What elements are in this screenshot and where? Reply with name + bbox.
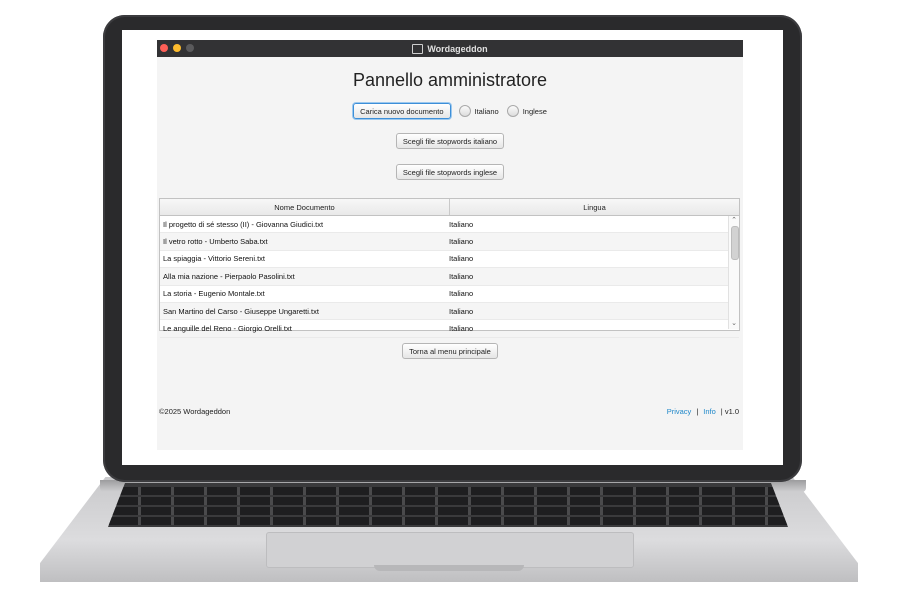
window-title: Wordageddon: [427, 43, 488, 54]
cell-document: La spiaggia - Vittorio Sereni.txt: [163, 254, 266, 264]
footer-separator: |: [696, 407, 699, 416]
close-window-button[interactable]: [160, 44, 168, 52]
table-row[interactable]: Alla mia nazione - Pierpaolo Pasolini.tx…: [160, 268, 739, 286]
cell-language: Italiano: [449, 289, 474, 299]
table-row[interactable]: Le anguille del Reno - Giorgio Orelli.tx…: [160, 320, 739, 338]
cell-language: Italiano: [449, 237, 474, 247]
app-icon: [412, 43, 424, 54]
app-window: Wordageddon Pannello amministratore Cari…: [157, 40, 743, 450]
laptop-front-notch: [374, 565, 524, 571]
title-bar: Wordageddon: [157, 40, 743, 57]
cell-language: Italiano: [449, 324, 474, 334]
table-row[interactable]: La spiaggia - Vittorio Sereni.txt Italian…: [160, 251, 739, 269]
cell-language: Italiano: [449, 254, 474, 264]
radio-english[interactable]: Inglese: [506, 105, 547, 117]
window-controls: [160, 44, 194, 52]
radio-italian-label: Italiano: [474, 106, 499, 116]
table-row[interactable]: La storia - Eugenio Montale.txt Italiano: [160, 286, 739, 303]
back-to-main-menu-button[interactable]: Torna al menu principale: [402, 343, 498, 359]
cell-document: Il progetto di sé stesso (II) - Giovanna…: [163, 219, 324, 229]
upload-row: Carica nuovo documento Italiano Inglese: [157, 102, 743, 120]
documents-table: Nome Documento Lingua Il progetto di sé …: [159, 198, 740, 338]
privacy-link[interactable]: Privacy: [667, 407, 692, 419]
cell-document: La storia - Eugenio Montale.txt: [163, 289, 265, 299]
table-row[interactable]: San Martino del Carso - Giuseppe Ungaret…: [160, 302, 739, 321]
scrollbar-thumb[interactable]: [731, 226, 739, 260]
laptop-keyboard: [108, 483, 788, 527]
cell-language: Italiano: [449, 219, 474, 229]
cell-document: Le anguille del Reno - Giorgio Orelli.tx…: [163, 324, 292, 334]
version-label: | v1.0: [720, 407, 739, 416]
info-link[interactable]: Info: [703, 407, 716, 419]
cell-document: San Martino del Carso - Giuseppe Ungaret…: [163, 306, 319, 316]
radio-italian[interactable]: Italiano: [458, 105, 499, 117]
page-title: Pannello amministratore: [352, 70, 548, 90]
table-header: Nome Documento Lingua: [160, 199, 739, 216]
footer: ©2025 Wordageddon Privacy | Info | v1.0: [157, 407, 743, 419]
chevron-up-icon[interactable]: ⌃: [729, 216, 739, 226]
table-row[interactable]: Il vetro rotto - Umberto Saba.txt Italian…: [160, 233, 739, 251]
radio-english-indicator[interactable]: [506, 105, 519, 117]
cell-document: Il vetro rotto - Umberto Saba.txt: [163, 237, 268, 247]
column-header-document[interactable]: Nome Documento: [160, 199, 450, 215]
table-scrollbar[interactable]: ⌃ ⌄: [728, 216, 739, 329]
stopwords-italian-button[interactable]: Scegli file stopwords italiano: [395, 133, 505, 149]
upload-document-button[interactable]: Carica nuovo documento: [353, 103, 451, 119]
chevron-down-icon[interactable]: ⌄: [729, 319, 739, 329]
maximize-window-button[interactable]: [186, 44, 194, 52]
radio-italian-indicator[interactable]: [458, 105, 471, 117]
laptop-trackpad: [266, 532, 634, 568]
cell-language: Italiano: [449, 306, 474, 316]
stopwords-english-button[interactable]: Scegli file stopwords inglese: [395, 164, 505, 180]
footer-links: Privacy | Info | v1.0: [667, 407, 739, 419]
table-body: Il progetto di sé stesso (II) - Giovanna…: [160, 216, 739, 338]
copyright-text: ©2025 Wordageddon: [159, 407, 231, 416]
cell-document: Alla mia nazione - Pierpaolo Pasolini.tx…: [163, 271, 295, 281]
column-header-language[interactable]: Lingua: [450, 199, 739, 215]
radio-english-label: Inglese: [522, 106, 547, 116]
minimize-window-button[interactable]: [173, 44, 181, 52]
cell-language: Italiano: [449, 271, 474, 281]
table-row[interactable]: Il progetto di sé stesso (II) - Giovanna…: [160, 216, 739, 234]
